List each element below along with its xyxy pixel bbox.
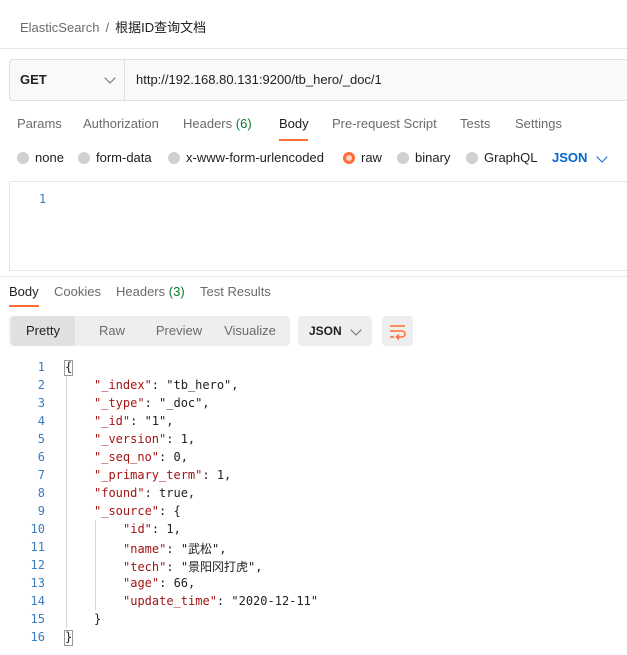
- tab-authorization[interactable]: Authorization: [83, 116, 159, 131]
- code-line: "found": true,: [94, 486, 196, 500]
- tab-headers-count: (6): [235, 116, 252, 131]
- radio-label: form-data: [96, 150, 152, 165]
- response-body-viewer[interactable]: 1{2 "_index": "tb_hero", 3 "_type": "_doc",…: [0, 358, 627, 655]
- response-tab-headers-count: (3): [168, 284, 185, 299]
- line-number: 14: [30, 594, 45, 608]
- tab-headers[interactable]: Headers (6): [183, 116, 252, 131]
- request-body-editor[interactable]: 1: [9, 181, 627, 271]
- response-divider: [0, 276, 627, 277]
- response-tab-body[interactable]: Body: [9, 284, 39, 299]
- breadcrumb-collection[interactable]: ElasticSearch: [20, 20, 99, 35]
- radio-graphql[interactable]: GraphQL: [466, 150, 537, 165]
- tab-body[interactable]: Body: [279, 116, 309, 131]
- line-number: 1: [37, 360, 45, 374]
- code-line: "age": 66,: [123, 576, 196, 590]
- code-line: "_version": 1,: [94, 432, 196, 446]
- radio-dot: [397, 152, 409, 164]
- line-number: 13: [30, 576, 45, 590]
- line-number: 16: [30, 630, 45, 644]
- response-tab-headers[interactable]: Headers (3): [116, 284, 185, 299]
- radio-dot: [17, 152, 29, 164]
- line-number: 10: [30, 522, 45, 536]
- radio-raw[interactable]: raw: [343, 150, 382, 165]
- method-select[interactable]: GET: [10, 60, 125, 100]
- line-number: 15: [30, 612, 45, 626]
- view-preview-button[interactable]: Preview: [141, 316, 217, 346]
- bracket-match-highlight: [64, 360, 73, 376]
- code-line: "id": 1,: [123, 522, 181, 536]
- wrap-lines-button[interactable]: [382, 316, 413, 346]
- code-line: "update_time": "2020-12-11": [123, 594, 319, 608]
- tab-params[interactable]: Params: [17, 116, 62, 131]
- line-number: 5: [37, 432, 45, 446]
- wrap-lines-icon: [390, 325, 406, 341]
- line-number: 8: [37, 486, 45, 500]
- chevron-down-icon: [350, 324, 362, 336]
- view-raw-button[interactable]: Raw: [79, 316, 145, 346]
- radio-none[interactable]: none: [17, 150, 64, 165]
- response-format-select[interactable]: JSON: [298, 316, 372, 346]
- radio-label: GraphQL: [484, 150, 538, 165]
- code-line: "tech": "景阳冈打虎",: [123, 560, 263, 574]
- radio-dot: [466, 152, 478, 164]
- response-active-tab-underline: [9, 305, 39, 307]
- line-number: 2: [37, 378, 45, 392]
- radio-binary[interactable]: binary: [397, 150, 450, 165]
- radio-label: x-www-form-urlencoded: [186, 150, 324, 165]
- breadcrumb: ElasticSearch / 根据ID查询文档: [20, 17, 206, 36]
- url-input[interactable]: http://192.168.80.131:9200/tb_hero/_doc/…: [136, 72, 382, 87]
- line-number: 7: [37, 468, 45, 482]
- body-format-select[interactable]: JSON: [552, 150, 587, 165]
- body-format-label: JSON: [552, 150, 588, 165]
- response-tab-cookies[interactable]: Cookies: [54, 284, 101, 299]
- tab-settings[interactable]: Settings: [515, 116, 562, 131]
- tab-tests[interactable]: Tests: [460, 116, 490, 131]
- bracket-match-highlight: [64, 630, 73, 646]
- radio-label: raw: [361, 150, 382, 165]
- radio-dot: [78, 152, 90, 164]
- line-number: 6: [37, 450, 45, 464]
- view-pretty-button[interactable]: Pretty: [11, 316, 75, 346]
- response-format-label: JSON: [309, 324, 342, 338]
- breadcrumb-separator: /: [105, 20, 110, 35]
- radio-dot: [168, 152, 180, 164]
- chevron-down-icon: [104, 72, 116, 84]
- method-label: GET: [20, 72, 47, 87]
- radio-label: none: [35, 150, 64, 165]
- tab-pre-request-script[interactable]: Pre-request Script: [332, 116, 437, 131]
- radio-dot-selected: [343, 152, 355, 164]
- radio-form-data[interactable]: form-data: [78, 150, 152, 165]
- response-tab-test-results[interactable]: Test Results: [200, 284, 271, 299]
- line-number: 1: [39, 192, 47, 206]
- code-line: "_id": "1",: [94, 414, 174, 428]
- code-line: "_primary_term": 1,: [94, 468, 232, 482]
- radio-label: binary: [415, 150, 451, 165]
- code-line: "_seq_no": 0,: [94, 450, 188, 464]
- header-divider: [0, 48, 627, 49]
- line-number: 9: [37, 504, 45, 518]
- view-visualize-button[interactable]: Visualize: [217, 316, 283, 346]
- code-line: }: [94, 612, 102, 626]
- indent-guide: [66, 376, 67, 628]
- radio-x-www-form-urlencoded[interactable]: x-www-form-urlencoded: [168, 150, 324, 165]
- line-number: 3: [37, 396, 45, 410]
- tab-headers-label: Headers: [183, 116, 233, 131]
- response-tab-headers-label: Headers: [116, 284, 166, 299]
- line-number: 4: [37, 414, 45, 428]
- code-line: "_index": "tb_hero",: [94, 378, 239, 392]
- line-number: 12: [30, 558, 45, 572]
- indent-guide: [95, 520, 96, 610]
- chevron-down-icon: [596, 151, 608, 163]
- code-line: "_source": {: [94, 504, 181, 518]
- line-number: 11: [30, 540, 45, 554]
- url-bar: GET http://192.168.80.131:9200/tb_hero/_…: [9, 59, 627, 101]
- code-line: "_type": "_doc",: [94, 396, 210, 410]
- code-line: "name": "武松",: [123, 542, 227, 556]
- active-tab-underline: [279, 139, 308, 141]
- breadcrumb-request-name[interactable]: 根据ID查询文档: [115, 20, 206, 35]
- view-mode-segment: Pretty Raw Preview Visualize: [9, 316, 290, 346]
